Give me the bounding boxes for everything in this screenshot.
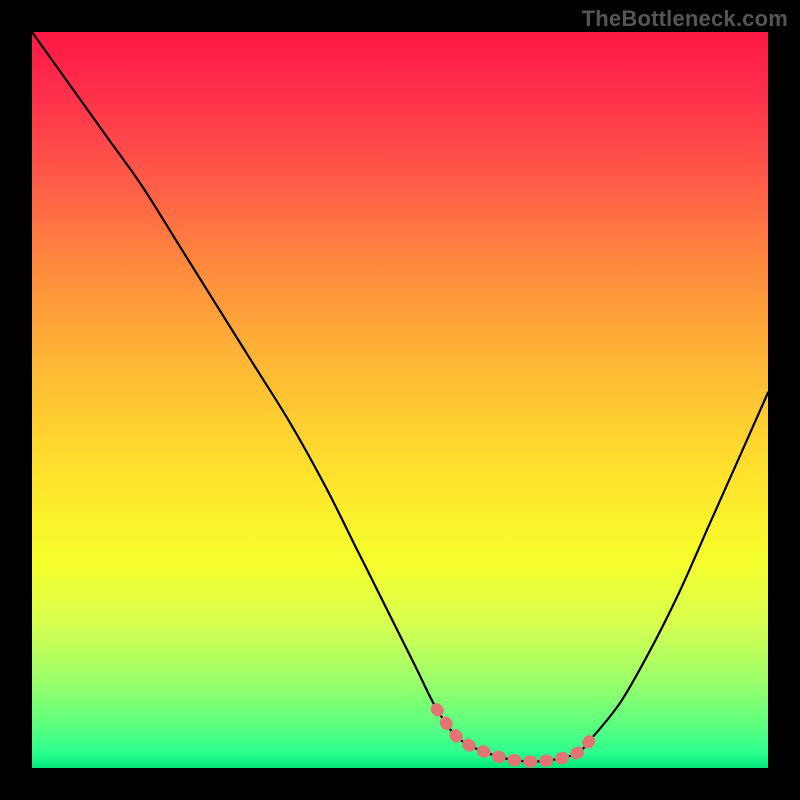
watermark-text: TheBottleneck.com	[582, 6, 788, 32]
curve-svg	[32, 32, 768, 768]
bottleneck-curve-highlight	[437, 709, 592, 761]
plot-gradient-area	[32, 32, 768, 768]
chart-frame: TheBottleneck.com	[0, 0, 800, 800]
bottleneck-curve-path	[32, 32, 768, 762]
